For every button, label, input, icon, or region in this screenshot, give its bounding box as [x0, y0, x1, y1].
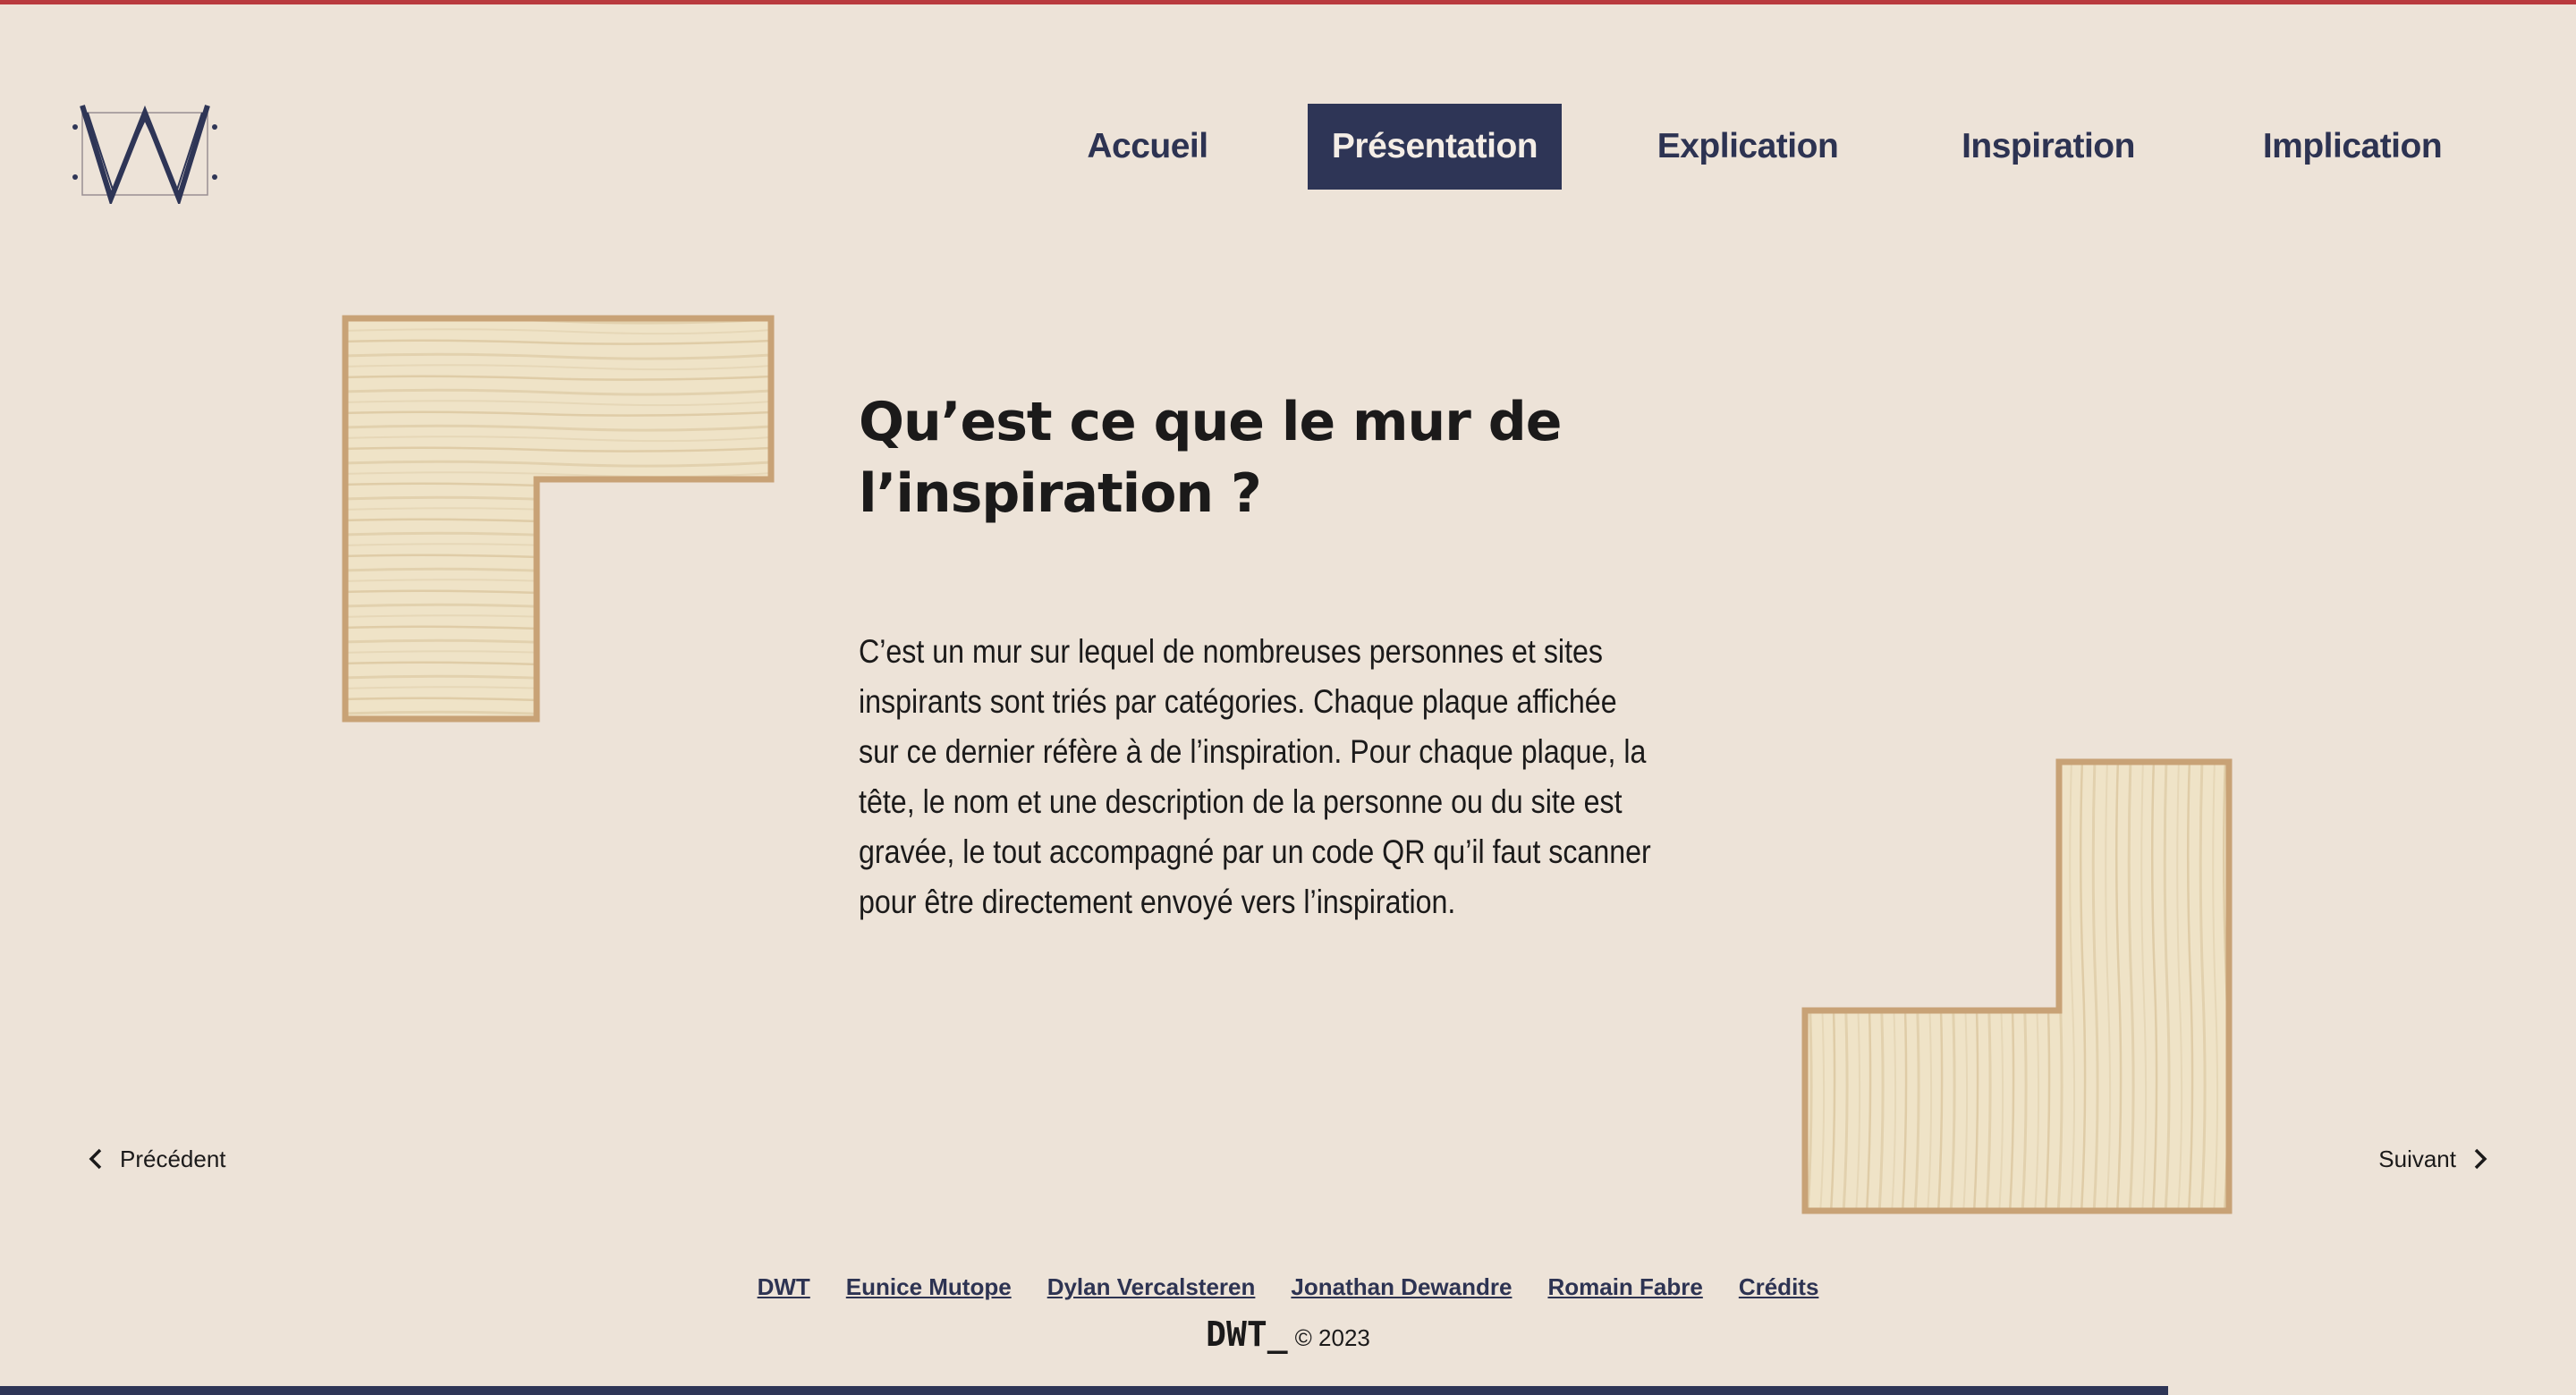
- page-title-line-1: Qu’est ce que le mur de: [859, 391, 1562, 453]
- page-progress-bar: [0, 1386, 2168, 1395]
- footer-link-dwt[interactable]: DWT: [758, 1273, 810, 1301]
- previous-label: Précédent: [120, 1145, 226, 1172]
- footer-link-dylan-vercalsteren[interactable]: Dylan Vercalsteren: [1047, 1273, 1256, 1301]
- chevron-right-icon: [2474, 1148, 2487, 1170]
- copyright: © 2023: [1294, 1324, 1370, 1351]
- footer-link-romain-fabre[interactable]: Romain Fabre: [1547, 1273, 1702, 1301]
- footer-link-eunice-mutope[interactable]: Eunice Mutope: [846, 1273, 1012, 1301]
- footer-link-jonathan-dewandre[interactable]: Jonathan Dewandre: [1291, 1273, 1512, 1301]
- nav-item-accueil[interactable]: Accueil: [1061, 104, 1234, 190]
- next-label: Suivant: [2378, 1145, 2456, 1172]
- footer-link-credits[interactable]: Crédits: [1739, 1273, 1819, 1301]
- footer-links: DWT Eunice Mutope Dylan Vercalsteren Jon…: [0, 1273, 2576, 1301]
- nav-item-presentation[interactable]: Présentation: [1308, 104, 1562, 190]
- brand-name: DWT_: [1206, 1315, 1288, 1354]
- chevron-left-icon: [89, 1148, 102, 1170]
- footer-brand: DWT_ © 2023: [0, 1315, 2576, 1354]
- top-accent-line: [0, 0, 2576, 4]
- description-paragraph: C’est un mur sur lequel de nombreuses pe…: [859, 633, 1651, 920]
- previous-button[interactable]: Précédent: [86, 1141, 226, 1177]
- main-nav: Accueil Présentation Explication Inspira…: [0, 104, 2576, 190]
- page-title-line-2: l’inspiration ?: [859, 462, 1262, 525]
- nav-item-explication[interactable]: Explication: [1637, 104, 1859, 190]
- page-title: Qu’est ce que le mur de l’inspiration ?: [859, 386, 1664, 529]
- nav-item-implication[interactable]: Implication: [2240, 104, 2465, 190]
- wood-panel-top-left: [342, 315, 775, 723]
- wood-panel-bottom-right: [1801, 758, 2233, 1214]
- nav-item-inspiration[interactable]: Inspiration: [1941, 104, 2156, 190]
- next-button[interactable]: Suivant: [2378, 1141, 2490, 1177]
